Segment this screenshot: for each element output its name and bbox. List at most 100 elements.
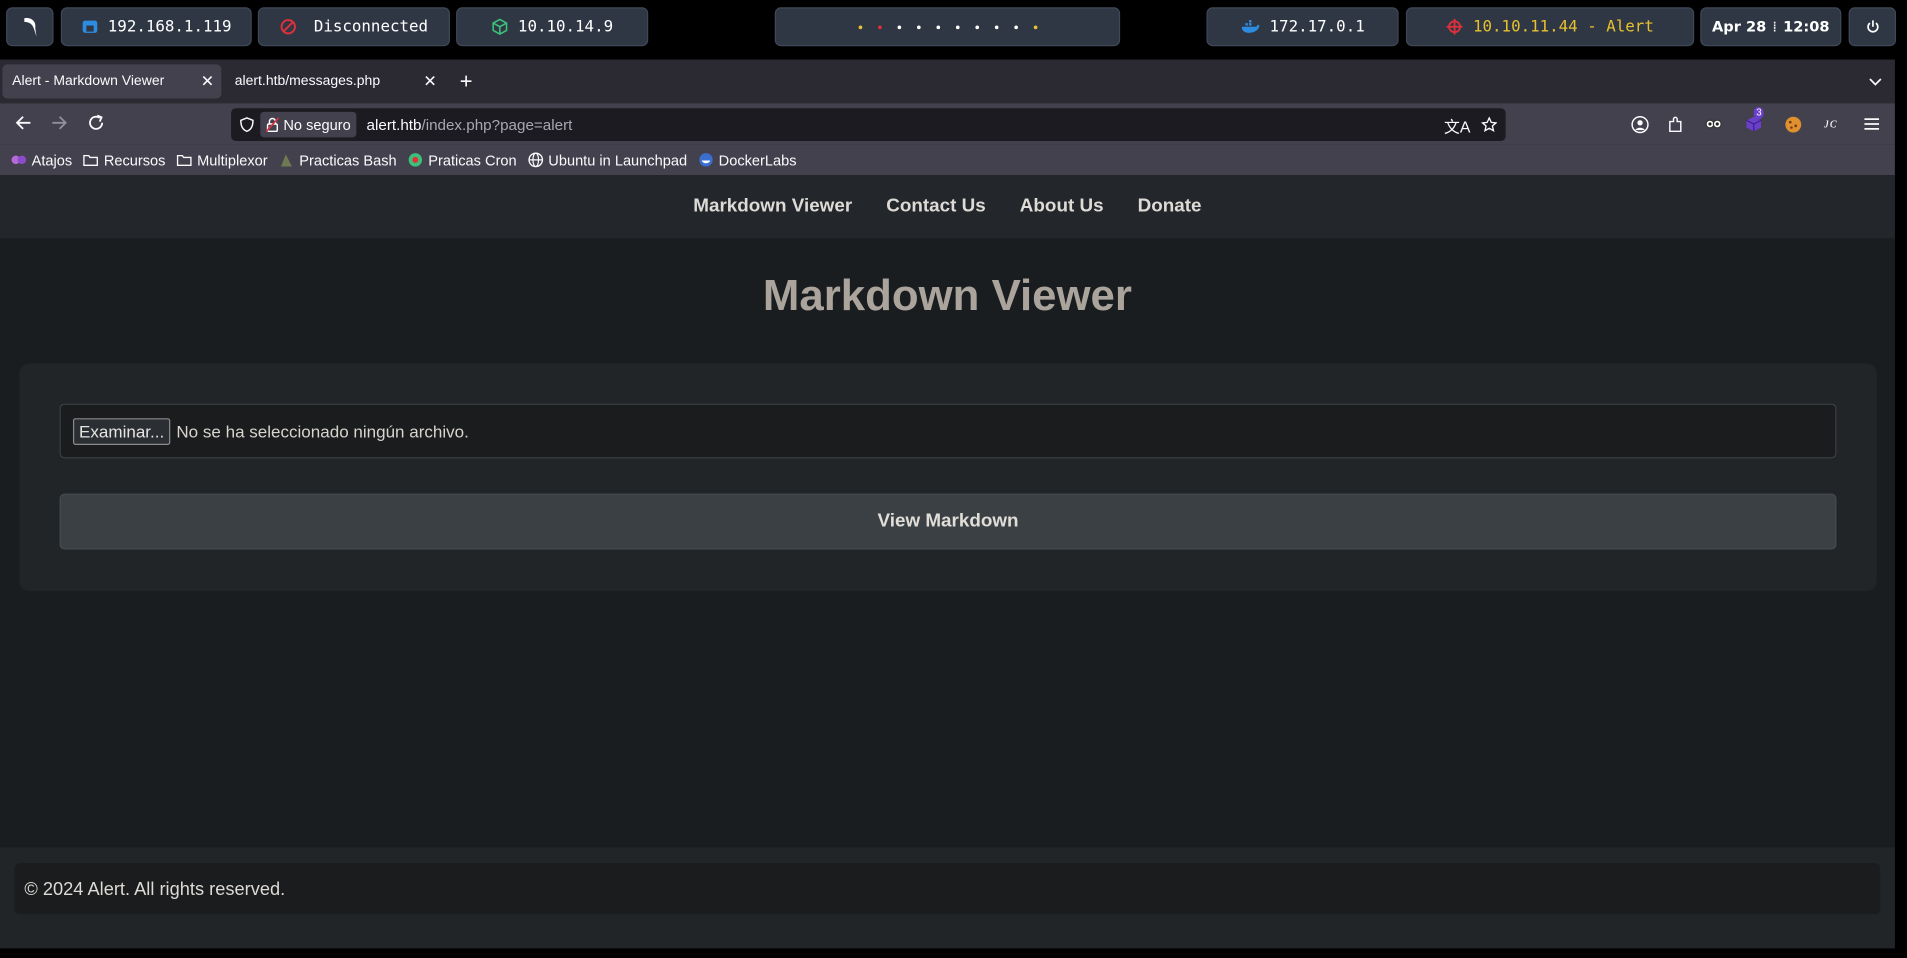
bookmarks-toolbar: Atajos Recursos Multiplexor Practicas Ba…: [0, 144, 1895, 176]
vpn-ip-indicator[interactable]: 10.10.14.9: [456, 7, 649, 47]
reload-button[interactable]: [88, 114, 105, 136]
url-text[interactable]: alert.htb/index.php?page=alert: [367, 116, 573, 133]
bookmark-multiplexor[interactable]: Multiplexor: [176, 151, 268, 169]
no-file-selected-text: No se ha seleccionado ningún archivo.: [176, 421, 469, 441]
cookie-extension-icon[interactable]: [1784, 115, 1802, 133]
workspace-dot[interactable]: [1013, 24, 1018, 29]
vpn-status-indicator[interactable]: Disconnected: [257, 7, 450, 47]
page-title: Markdown Viewer: [762, 269, 1132, 320]
bookmark-praticas-cron[interactable]: Praticas Cron: [408, 151, 517, 168]
workspace-dot[interactable]: [896, 24, 901, 29]
launcher-button[interactable]: [6, 7, 54, 47]
bookmark-recursos[interactable]: Recursos: [83, 151, 165, 168]
insecure-lock-icon: [265, 117, 280, 133]
vpn-status: Disconnected: [313, 17, 429, 36]
site-navbar: Markdown Viewer Contact Us About Us Dona…: [0, 175, 1895, 239]
new-tab-button[interactable]: +: [452, 64, 486, 98]
disconnected-icon: [280, 19, 296, 35]
bookmark-label: Atajos: [31, 151, 73, 169]
wappalyzer-extension-icon[interactable]: ᴊᴄ: [1824, 114, 1836, 132]
bookmark-practicas-bash[interactable]: Practicas Bash: [279, 151, 397, 168]
site-security-indicator[interactable]: No seguro: [260, 111, 357, 138]
url-path: /index.php?page=alert: [421, 116, 573, 134]
docker-ip-indicator[interactable]: 172.17.0.1: [1206, 7, 1399, 47]
navigation-toolbar: No seguro alert.htb/index.php?page=alert…: [0, 103, 1895, 145]
back-arrow-icon: [15, 116, 31, 130]
workspaces-switcher[interactable]: [774, 7, 1121, 47]
dockerlabs-icon: [699, 153, 713, 167]
tab-title: alert.htb/messages.php: [234, 74, 381, 89]
file-input[interactable]: Examinar... No se ha seleccionado ningún…: [59, 403, 1837, 459]
workspace-dot[interactable]: [877, 24, 882, 29]
account-icon[interactable]: [1631, 115, 1649, 134]
power-button[interactable]: [1848, 7, 1897, 47]
bookmark-label: Ubuntu in Launchpad: [548, 151, 688, 169]
bookmark-star-icon[interactable]: [1481, 116, 1498, 133]
docker-ip: 172.17.0.1: [1269, 17, 1365, 36]
local-ip-indicator[interactable]: 192.168.1.119: [60, 7, 252, 47]
view-markdown-button[interactable]: View Markdown: [59, 493, 1837, 550]
target-indicator[interactable]: 10.10.11.44 - Alert: [1405, 7, 1695, 47]
clock[interactable]: Apr 28 ⁞ 12:08: [1700, 7, 1842, 47]
chevron-down-icon: [1869, 78, 1882, 86]
extensions-icon[interactable]: [1667, 115, 1684, 133]
plus-icon: +: [459, 68, 473, 94]
tab-messages[interactable]: alert.htb/messages.php ✕: [225, 64, 444, 98]
workspace-dot[interactable]: [858, 24, 862, 29]
forward-button[interactable]: [51, 114, 68, 136]
reload-icon: [89, 114, 104, 130]
nav-contact-us[interactable]: Contact Us: [886, 196, 986, 218]
cube-extension-button[interactable]: 3: [1744, 106, 1765, 133]
shield-icon: [240, 117, 254, 133]
workspace-dot[interactable]: [955, 24, 959, 29]
bookmark-label: DockerLabs: [718, 151, 797, 169]
workspace-dot[interactable]: [974, 24, 979, 29]
not-secure-label: No seguro: [283, 116, 351, 134]
network-icon: [82, 20, 97, 33]
workspace-dot[interactable]: [916, 24, 921, 29]
browser-window: Alert - Markdown Viewer ✕ alert.htb/mess…: [0, 59, 1895, 949]
kali-dragon-icon: [23, 18, 36, 37]
bookmark-dockerlabs[interactable]: DockerLabs: [698, 151, 797, 168]
nav-markdown-viewer[interactable]: Markdown Viewer: [693, 196, 852, 218]
back-button[interactable]: [15, 114, 32, 136]
tab-alert-markdown-viewer[interactable]: Alert - Markdown Viewer ✕: [2, 64, 222, 99]
docker-icon: [1241, 20, 1260, 33]
clock-time: 12:08: [1783, 18, 1830, 36]
workspace-dot[interactable]: [994, 24, 998, 29]
bookmark-label: Praticas Cron: [428, 151, 517, 169]
bookmark-label: Recursos: [103, 151, 166, 169]
bookmark-label: Multiplexor: [197, 151, 268, 169]
close-tab-icon[interactable]: ✕: [201, 72, 214, 91]
workspace-dots[interactable]: [858, 24, 1037, 29]
tab-title: Alert - Markdown Viewer: [12, 74, 165, 89]
cron-icon: [408, 153, 423, 167]
list-all-tabs-button[interactable]: [1868, 71, 1883, 94]
menu-icon[interactable]: [1863, 117, 1880, 132]
workspace-dot[interactable]: [935, 24, 940, 29]
footer-box: © 2024 Alert. All rights reserved.: [14, 863, 1881, 915]
clock-date: Apr 28: [1711, 18, 1767, 36]
bookmark-ubuntu-launchpad[interactable]: Ubuntu in Launchpad: [528, 151, 687, 168]
page-content: Markdown Viewer Contact Us About Us Dona…: [0, 175, 1895, 949]
tab-bar: Alert - Markdown Viewer ✕ alert.htb/mess…: [0, 59, 1895, 104]
shortcuts-icon: [11, 155, 27, 165]
folder-icon: [83, 154, 99, 167]
local-ip: 192.168.1.119: [107, 17, 232, 36]
clock-separator: ⁞: [1772, 18, 1778, 36]
copyright-text: © 2024 Alert. All rights reserved.: [24, 878, 286, 900]
browse-button[interactable]: Examinar...: [72, 417, 171, 445]
bookmark-atajos[interactable]: Atajos: [11, 151, 72, 168]
bash-icon: [281, 154, 292, 167]
nav-donate[interactable]: Donate: [1138, 196, 1202, 218]
url-bar[interactable]: No seguro alert.htb/index.php?page=alert…: [231, 108, 1506, 142]
upload-form: Examinar... No se ha seleccionado ningún…: [19, 363, 1877, 591]
folder-icon: [176, 154, 192, 167]
target-label: 10.10.11.44 - Alert: [1472, 17, 1654, 36]
vpn-ip: 10.10.14.9: [517, 17, 614, 36]
nav-about-us[interactable]: About Us: [1020, 196, 1104, 218]
workspace-dot[interactable]: [1033, 24, 1037, 29]
owl-extension-icon[interactable]: [1704, 115, 1723, 132]
translate-icon[interactable]: 文A: [1444, 114, 1470, 137]
close-tab-icon[interactable]: ✕: [423, 72, 436, 91]
